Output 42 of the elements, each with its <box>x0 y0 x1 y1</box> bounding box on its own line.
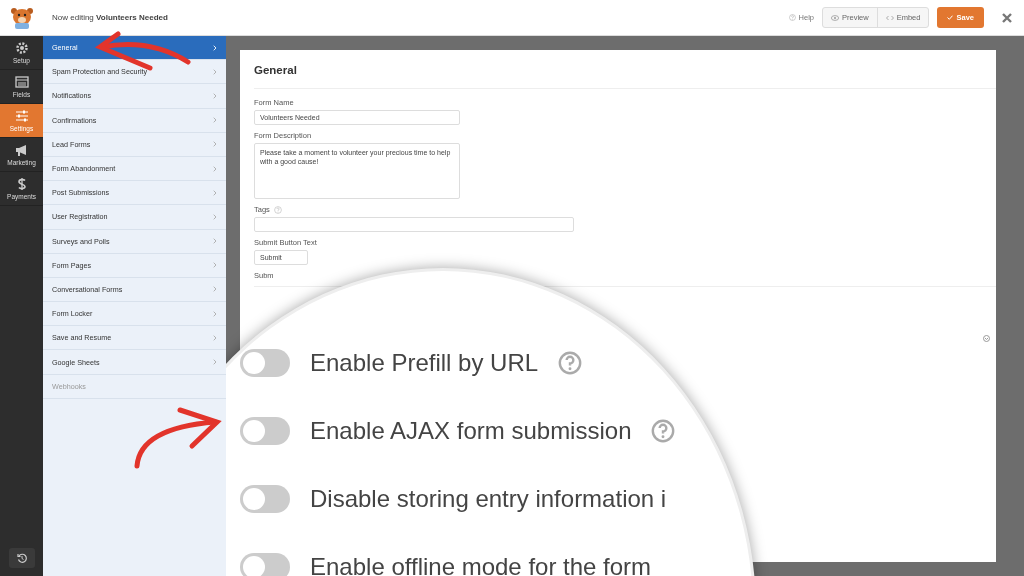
form-icon <box>14 75 29 89</box>
toggle-switch[interactable] <box>240 349 290 377</box>
help-icon[interactable] <box>788 14 796 21</box>
input-field[interactable] <box>254 217 574 232</box>
chevron-icon[interactable] <box>983 335 990 342</box>
chevron-icon <box>213 44 217 51</box>
help-icon[interactable] <box>558 351 583 375</box>
toggle-label: Enable Prefill by URL <box>310 349 539 377</box>
close-icon[interactable] <box>1002 12 1012 23</box>
chevron-icon <box>213 310 217 317</box>
megaphone-icon <box>14 143 29 157</box>
logo-icon <box>9 6 34 29</box>
chevron-icon <box>213 238 217 245</box>
dollar-icon <box>16 177 27 191</box>
gear-icon <box>14 41 29 55</box>
check-icon <box>947 15 954 20</box>
chevron-icon <box>213 213 217 220</box>
help-icon[interactable] <box>273 205 282 214</box>
chevron-icon <box>213 117 217 124</box>
toggle-switch[interactable] <box>240 485 290 513</box>
sliders-icon <box>14 109 29 123</box>
toggle-label: Enable offline mode for the form <box>310 553 652 576</box>
toggle-switch[interactable] <box>240 417 290 445</box>
chevron-icon <box>213 68 217 75</box>
toggle-label: Disable storing entry information i <box>310 485 667 513</box>
help-icon[interactable] <box>651 419 676 443</box>
chevron-icon <box>213 165 217 172</box>
code-icon <box>885 14 894 21</box>
chevron-icon <box>213 189 217 196</box>
toggle-label: Enable AJAX form submission <box>310 417 632 445</box>
editing-title: Now editing Volunteers Needed <box>52 13 168 22</box>
history-icon <box>16 553 27 563</box>
toggle-switch[interactable] <box>240 553 290 576</box>
eye-icon <box>831 14 839 21</box>
chevron-icon <box>213 334 217 341</box>
chevron-icon <box>213 359 217 366</box>
chevron-icon <box>213 92 217 99</box>
chevron-icon <box>213 141 217 148</box>
history-button[interactable] <box>8 548 35 568</box>
chevron-icon <box>213 286 217 293</box>
chevron-icon <box>213 262 217 269</box>
panel-title: General <box>254 64 298 76</box>
